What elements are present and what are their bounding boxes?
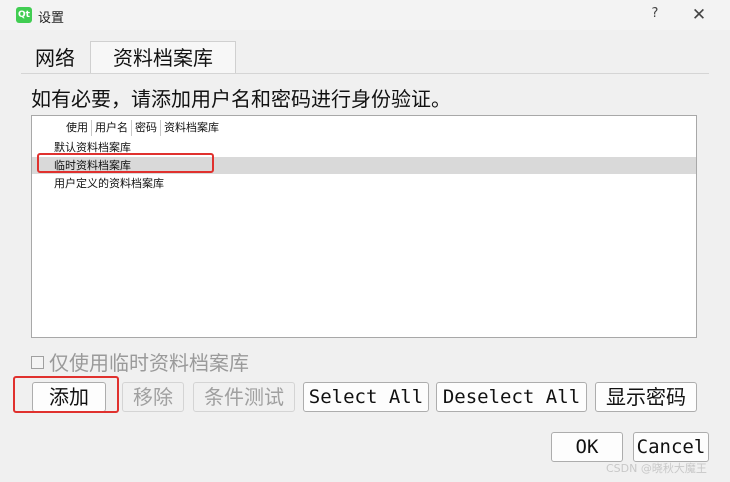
remove-button[interactable]: 移除 <box>122 382 184 412</box>
title-bar: Qt 设置 ? ✕ <box>0 0 730 30</box>
select-all-button[interactable]: Select All <box>303 382 429 412</box>
list-item-user-defined-repository[interactable]: 用户定义的资料档案库 <box>32 175 696 192</box>
temp-only-checkbox[interactable] <box>31 356 44 369</box>
window-title: 设置 <box>38 11 65 26</box>
qt-app-icon: Qt <box>16 7 32 23</box>
tab-repository[interactable]: 资料档案库 <box>90 41 236 74</box>
column-password[interactable]: 密码 <box>132 120 161 136</box>
show-password-button[interactable]: 显示密码 <box>595 382 697 412</box>
test-conditions-button[interactable]: 条件测试 <box>193 382 295 412</box>
close-button[interactable]: ✕ <box>684 4 714 26</box>
annotation-highlight-temp-repository <box>37 153 214 173</box>
help-button[interactable]: ? <box>648 6 662 24</box>
list-header: 使用 用户名 密码 资料档案库 <box>63 120 222 136</box>
repository-list[interactable]: 使用 用户名 密码 资料档案库 默认资料档案库 临时资料档案库 用户定义的资料档案库 <box>31 115 697 338</box>
temp-only-checkbox-label: 仅使用临时资料档案库 <box>49 351 249 375</box>
temp-only-checkbox-row[interactable]: 仅使用临时资料档案库 <box>31 347 249 376</box>
column-use[interactable]: 使用 <box>63 120 92 136</box>
instruction-text: 如有必要，请添加用户名和密码进行身份验证。 <box>31 87 451 111</box>
deselect-all-button[interactable]: Deselect All <box>436 382 587 412</box>
ok-button[interactable]: OK <box>551 432 623 462</box>
cancel-button[interactable]: Cancel <box>633 432 709 462</box>
annotation-highlight-add-button <box>13 376 119 413</box>
watermark: CSDN @晓秋大魔王 <box>606 462 707 475</box>
tab-network[interactable]: 网络 <box>21 42 89 74</box>
column-repository[interactable]: 资料档案库 <box>161 120 222 136</box>
column-username[interactable]: 用户名 <box>92 120 132 136</box>
